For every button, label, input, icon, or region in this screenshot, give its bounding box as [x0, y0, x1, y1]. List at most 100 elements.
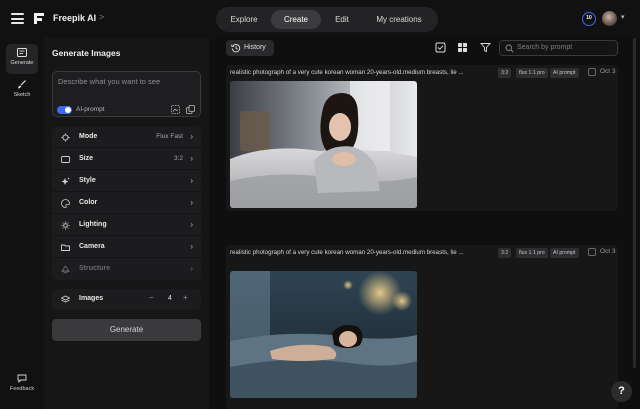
- tag-ai-prompt: AI prompt: [550, 248, 579, 258]
- select-checkbox-icon[interactable]: [435, 42, 446, 53]
- setting-color[interactable]: Color ›: [52, 193, 201, 214]
- avatar[interactable]: [602, 11, 617, 26]
- tab-explore[interactable]: Explore: [220, 10, 268, 29]
- card-date: Oct 3: [600, 248, 616, 255]
- generation-card: realistic photograph of a very cute kore…: [226, 245, 618, 409]
- images-label: Images: [79, 295, 104, 302]
- setting-structure[interactable]: Structure ›: [52, 259, 201, 280]
- decrement-button[interactable]: −: [149, 293, 154, 302]
- brand-name[interactable]: Freepik AI: [53, 13, 96, 23]
- results-area: History Search by prompt realistic photo…: [209, 38, 640, 409]
- setting-camera[interactable]: Camera ›: [52, 237, 201, 258]
- chevron-right-icon[interactable]: >: [99, 12, 104, 22]
- setting-label: Lighting: [79, 221, 107, 228]
- generate-icon: [17, 48, 27, 57]
- generation-card: realistic photograph of a very cute kore…: [226, 65, 618, 211]
- tab-create[interactable]: Create: [271, 10, 321, 29]
- setting-label: Mode: [79, 133, 98, 140]
- chat-icon: [17, 374, 27, 383]
- mode-icon: [61, 133, 70, 142]
- chevron-right-icon: ›: [190, 220, 193, 229]
- setting-label: Style: [79, 177, 96, 184]
- brush-icon: [18, 80, 26, 89]
- freepik-logo-icon[interactable]: [33, 12, 45, 25]
- app-window: Freepik AI > Explore Create Edit My crea…: [0, 0, 640, 409]
- card-header: realistic photograph of a very cute kore…: [230, 245, 618, 261]
- rail-label: Generate: [10, 60, 34, 66]
- setting-mode[interactable]: Mode Flux Fast ›: [52, 127, 201, 148]
- prompt-input[interactable]: Describe what you want to see AI-prompt: [52, 71, 201, 117]
- images-count: 4: [168, 295, 172, 302]
- setting-size[interactable]: Size 3:2 ›: [52, 149, 201, 170]
- card-checkbox[interactable]: [588, 248, 596, 256]
- tab-my-creations[interactable]: My creations: [364, 10, 434, 29]
- setting-value: Flux Fast: [156, 133, 183, 140]
- setting-style[interactable]: Style ›: [52, 171, 201, 192]
- scrollbar[interactable]: [633, 38, 636, 368]
- setting-label: Size: [79, 155, 94, 162]
- filter-icon[interactable]: [480, 42, 491, 53]
- card-prompt[interactable]: realistic photograph of a very cute kore…: [230, 249, 492, 256]
- card-date: Oct 3: [600, 68, 616, 75]
- tag-model: flux 1.1 pro: [516, 68, 548, 78]
- generated-image[interactable]: [230, 81, 417, 208]
- setting-label: Color: [79, 199, 98, 206]
- bedroom-photo-2: [230, 271, 417, 398]
- card-header: realistic photograph of a very cute kore…: [230, 65, 618, 81]
- generated-image[interactable]: [230, 271, 417, 398]
- chevron-right-icon: ›: [190, 264, 193, 273]
- chevron-right-icon: ›: [190, 242, 193, 251]
- credits-badge[interactable]: 10: [582, 12, 596, 26]
- card-prompt[interactable]: realistic photograph of a very cute kore…: [230, 69, 492, 76]
- history-icon: [231, 44, 241, 53]
- size-icon: [61, 156, 70, 163]
- bedroom-photo-1: [230, 81, 417, 208]
- menu-icon[interactable]: [11, 13, 24, 24]
- prompt-placeholder: Describe what you want to see: [58, 77, 161, 86]
- panel-title: Generate Images: [52, 48, 121, 58]
- setting-label: Structure: [79, 265, 111, 272]
- setting-value: 3:2: [173, 155, 183, 162]
- images-count-row: Images − 4 +: [52, 289, 201, 310]
- rail-item-generate[interactable]: Generate: [6, 44, 38, 74]
- search-placeholder: Search by prompt: [517, 44, 573, 51]
- top-bar: Freepik AI > Explore Create Edit My crea…: [0, 0, 640, 38]
- tab-edit[interactable]: Edit: [324, 10, 360, 29]
- lighting-icon: [61, 221, 70, 230]
- style-icon: [61, 177, 70, 185]
- chevron-right-icon: ›: [190, 176, 193, 185]
- rail-item-sketch[interactable]: Sketch: [6, 76, 38, 106]
- grid-view-icon[interactable]: [457, 42, 468, 53]
- help-button[interactable]: ?: [611, 381, 632, 402]
- search-input[interactable]: Search by prompt: [499, 40, 618, 56]
- chevron-down-icon[interactable]: ▾: [621, 13, 625, 21]
- structure-icon: [61, 265, 70, 274]
- feedback-button[interactable]: Feedback: [6, 374, 38, 392]
- tag-aspect: 3:2: [498, 248, 512, 258]
- image-reference-icon[interactable]: [171, 105, 180, 114]
- folder-icon: [61, 244, 70, 251]
- history-button[interactable]: History: [226, 40, 274, 56]
- chevron-right-icon: ›: [190, 154, 193, 163]
- chevron-right-icon: ›: [190, 198, 193, 207]
- generate-panel: Generate Images Describe what you want t…: [44, 38, 209, 409]
- main-nav: Explore Create Edit My creations: [216, 7, 438, 32]
- copy-icon[interactable]: [186, 105, 195, 114]
- tag-ai-prompt: AI prompt: [550, 68, 579, 78]
- tag-aspect: 3:2: [498, 68, 512, 78]
- palette-icon: [61, 199, 70, 208]
- feedback-label: Feedback: [9, 386, 35, 392]
- card-checkbox[interactable]: [588, 68, 596, 76]
- history-label: History: [244, 44, 266, 51]
- settings-list: Mode Flux Fast › Size 3:2 › Style › Colo…: [52, 127, 201, 280]
- setting-lighting[interactable]: Lighting ›: [52, 215, 201, 236]
- ai-prompt-toggle[interactable]: [57, 106, 72, 114]
- layers-icon: [61, 295, 70, 303]
- increment-button[interactable]: +: [183, 293, 188, 302]
- left-rail: Generate Sketch Feedback: [0, 38, 44, 409]
- rail-label: Sketch: [13, 92, 31, 98]
- setting-label: Camera: [79, 243, 105, 250]
- generate-button[interactable]: Generate: [52, 319, 201, 341]
- chevron-right-icon: ›: [190, 132, 193, 141]
- ai-prompt-label: AI-prompt: [76, 106, 105, 113]
